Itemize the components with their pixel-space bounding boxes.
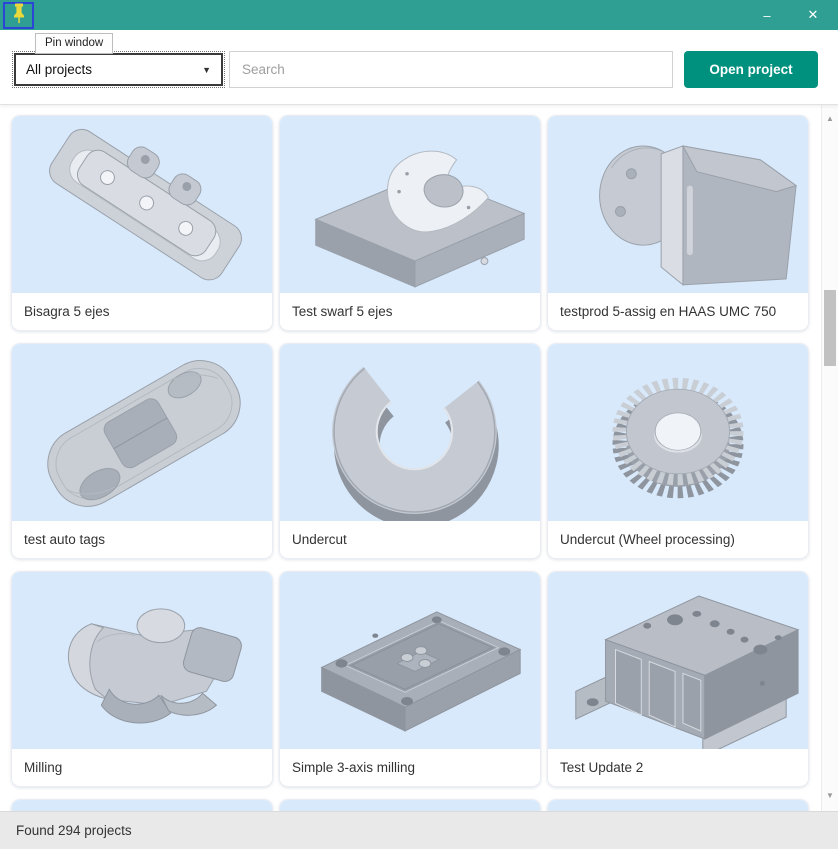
project-thumbnail bbox=[280, 344, 540, 521]
project-thumbnail bbox=[548, 344, 808, 521]
curved-undercut-model-icon bbox=[280, 344, 540, 521]
project-grid: Bisagra 5 ejes bbox=[11, 115, 809, 811]
project-thumbnail bbox=[12, 800, 272, 811]
search-input[interactable] bbox=[229, 51, 673, 88]
project-thumbnail bbox=[280, 572, 540, 749]
project-card-partial[interactable] bbox=[279, 799, 541, 811]
close-button[interactable]: ✕ bbox=[790, 0, 836, 30]
project-card[interactable]: Test Update 2 bbox=[547, 571, 809, 787]
project-title: Test swarf 5 ejes bbox=[280, 293, 540, 330]
project-thumbnail bbox=[280, 800, 540, 811]
minimize-button[interactable]: – bbox=[744, 0, 790, 30]
open-project-button[interactable]: Open project bbox=[684, 51, 818, 88]
scroll-down-icon[interactable]: ▼ bbox=[822, 787, 838, 803]
chevron-down-icon: ▼ bbox=[202, 65, 211, 75]
swarf-fin-block-model-icon bbox=[280, 116, 540, 293]
scroll-up-icon[interactable]: ▲ bbox=[822, 110, 838, 126]
pushpin-icon bbox=[11, 3, 27, 29]
project-card[interactable]: Milling bbox=[11, 571, 273, 787]
pin-window-tooltip: Pin window bbox=[35, 33, 113, 54]
project-card[interactable]: Test swarf 5 ejes bbox=[279, 115, 541, 331]
project-card[interactable]: Simple 3-axis milling bbox=[279, 571, 541, 787]
project-title: Undercut (Wheel processing) bbox=[548, 521, 808, 558]
gear-model-icon bbox=[548, 344, 808, 521]
project-card[interactable]: Undercut bbox=[279, 343, 541, 559]
project-title: Bisagra 5 ejes bbox=[12, 293, 272, 330]
project-grid-area: Bisagra 5 ejes bbox=[0, 104, 838, 811]
toolbar: All projects ▼ Open project bbox=[0, 30, 838, 105]
project-thumbnail bbox=[12, 572, 272, 749]
project-title: Simple 3-axis milling bbox=[280, 749, 540, 786]
project-card[interactable]: Bisagra 5 ejes bbox=[11, 115, 273, 331]
window-controls: – ✕ bbox=[744, 0, 836, 30]
car-body-shell-model-icon bbox=[12, 344, 272, 521]
project-filter-value: All projects bbox=[26, 62, 92, 77]
project-thumbnail bbox=[280, 116, 540, 293]
project-count-text: Found 294 projects bbox=[16, 823, 132, 838]
vertical-scrollbar[interactable]: ▲ ▼ bbox=[821, 104, 838, 811]
project-card-partial[interactable] bbox=[547, 799, 809, 811]
freeform-milling-model-icon bbox=[12, 572, 272, 749]
pin-window-button[interactable] bbox=[3, 2, 34, 29]
project-card[interactable]: Undercut (Wheel processing) bbox=[547, 343, 809, 559]
project-filter-dropdown[interactable]: All projects ▼ bbox=[12, 51, 225, 88]
project-title: Test Update 2 bbox=[548, 749, 808, 786]
project-thumbnail bbox=[548, 800, 808, 811]
project-thumbnail bbox=[548, 116, 808, 293]
project-thumbnail bbox=[12, 344, 272, 521]
scrollbar-thumb[interactable] bbox=[824, 290, 836, 366]
project-title: test auto tags bbox=[12, 521, 272, 558]
project-title: testprod 5-assig en HAAS UMC 750 bbox=[548, 293, 808, 330]
project-card[interactable]: test auto tags bbox=[11, 343, 273, 559]
project-title: Milling bbox=[12, 749, 272, 786]
hinge-5axis-model-icon bbox=[12, 116, 272, 293]
project-thumbnail bbox=[548, 572, 808, 749]
project-card[interactable]: testprod 5-assig en HAAS UMC 750 bbox=[547, 115, 809, 331]
square-flange-model-icon bbox=[548, 116, 808, 293]
project-card-partial[interactable] bbox=[11, 799, 273, 811]
statusbar: Found 294 projects bbox=[0, 811, 838, 849]
titlebar[interactable]: – ✕ bbox=[0, 0, 838, 30]
project-title: Undercut bbox=[280, 521, 540, 558]
project-thumbnail bbox=[12, 116, 272, 293]
housing-block-model-icon bbox=[548, 572, 808, 749]
project-filter-dropdown-inner: All projects ▼ bbox=[14, 53, 223, 86]
pocket-plate-model-icon bbox=[280, 572, 540, 749]
